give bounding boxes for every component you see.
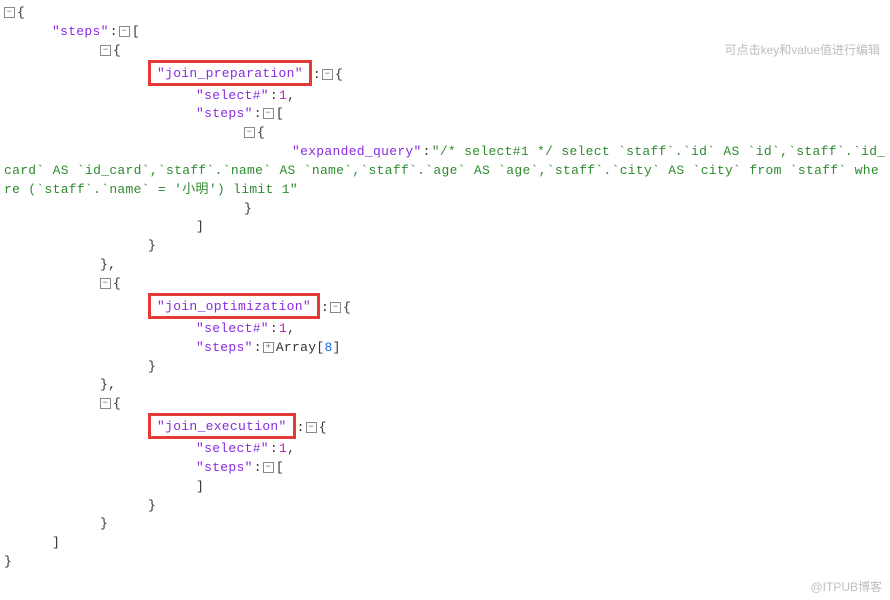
collapse-icon[interactable]: − (119, 26, 130, 37)
highlight-box: "join_optimization" (148, 293, 320, 319)
collapse-icon[interactable]: − (263, 462, 274, 473)
key-join-preparation: "join_preparation" (157, 66, 303, 81)
steps-inner-line[interactable]: "steps":−[ (4, 105, 886, 124)
collapse-icon[interactable]: − (306, 422, 317, 433)
select-num-line[interactable]: "select#":1, (4, 320, 886, 339)
join-preparation-line[interactable]: "join_preparation":−{ (4, 61, 886, 87)
key-steps: "steps" (196, 340, 253, 355)
root-open: −{ (4, 4, 886, 23)
steps-close: ] (4, 534, 886, 553)
key-join-optimization: "join_optimization" (157, 299, 311, 314)
collapse-icon[interactable]: − (100, 45, 111, 56)
array-item-close: }, (4, 256, 886, 275)
steps-collapsed-line[interactable]: "steps":+Array[8] (4, 339, 886, 358)
steps-inner-close: ] (4, 218, 886, 237)
collapse-icon[interactable]: − (4, 7, 15, 18)
key-steps: "steps" (196, 460, 253, 475)
array-type: Array (276, 340, 317, 355)
key-select-num: "select#" (196, 88, 269, 103)
collapse-icon[interactable]: − (263, 108, 274, 119)
key-expanded-query: "expanded_query" (292, 144, 422, 159)
collapse-icon[interactable]: − (100, 278, 111, 289)
array-item-open: −{ (4, 275, 886, 294)
join-execution-line[interactable]: "join_execution":−{ (4, 414, 886, 440)
value-expanded-query: "/* select#1 */ select `staff`.`id` AS `… (4, 144, 885, 197)
value-select-num: 1 (279, 88, 287, 103)
watermark: @ITPUB博客 (810, 579, 882, 596)
editor-hint: 可点击key和value值进行编辑 (725, 42, 880, 59)
steps-inner-close: ] (4, 478, 886, 497)
join-opt-close: } (4, 358, 886, 377)
collapse-icon[interactable]: − (244, 127, 255, 138)
array-item-close: }, (4, 376, 886, 395)
select-num-line[interactable]: "select#":1, (4, 440, 886, 459)
array-count: 8 (324, 340, 332, 355)
steps-inner-line[interactable]: "steps":−[ (4, 459, 886, 478)
select-num-line[interactable]: "select#":1, (4, 87, 886, 106)
expanded-query-line[interactable]: "expanded_query":"/* select#1 */ select … (4, 143, 886, 200)
array-item-open: −{ (4, 395, 886, 414)
collapse-icon[interactable]: − (330, 302, 341, 313)
join-optimization-line[interactable]: "join_optimization":−{ (4, 294, 886, 320)
highlight-box: "join_execution" (148, 413, 296, 439)
root-close: } (4, 553, 886, 572)
collapse-icon[interactable]: − (322, 69, 333, 80)
value-select-num: 1 (279, 321, 287, 336)
expand-icon[interactable]: + (263, 342, 274, 353)
array-item-close: } (4, 515, 886, 534)
inner-object-close: } (4, 200, 886, 219)
key-steps: "steps" (52, 24, 109, 39)
key-select-num: "select#" (196, 441, 269, 456)
collapse-icon[interactable]: − (100, 398, 111, 409)
key-steps: "steps" (196, 106, 253, 121)
key-select-num: "select#" (196, 321, 269, 336)
inner-object-open: −{ (4, 124, 886, 143)
steps-key-line[interactable]: "steps":−[ (4, 23, 886, 42)
value-select-num: 1 (279, 441, 287, 456)
key-join-execution: "join_execution" (157, 419, 287, 434)
join-prep-close: } (4, 237, 886, 256)
highlight-box: "join_preparation" (148, 60, 312, 86)
join-exec-close: } (4, 497, 886, 516)
